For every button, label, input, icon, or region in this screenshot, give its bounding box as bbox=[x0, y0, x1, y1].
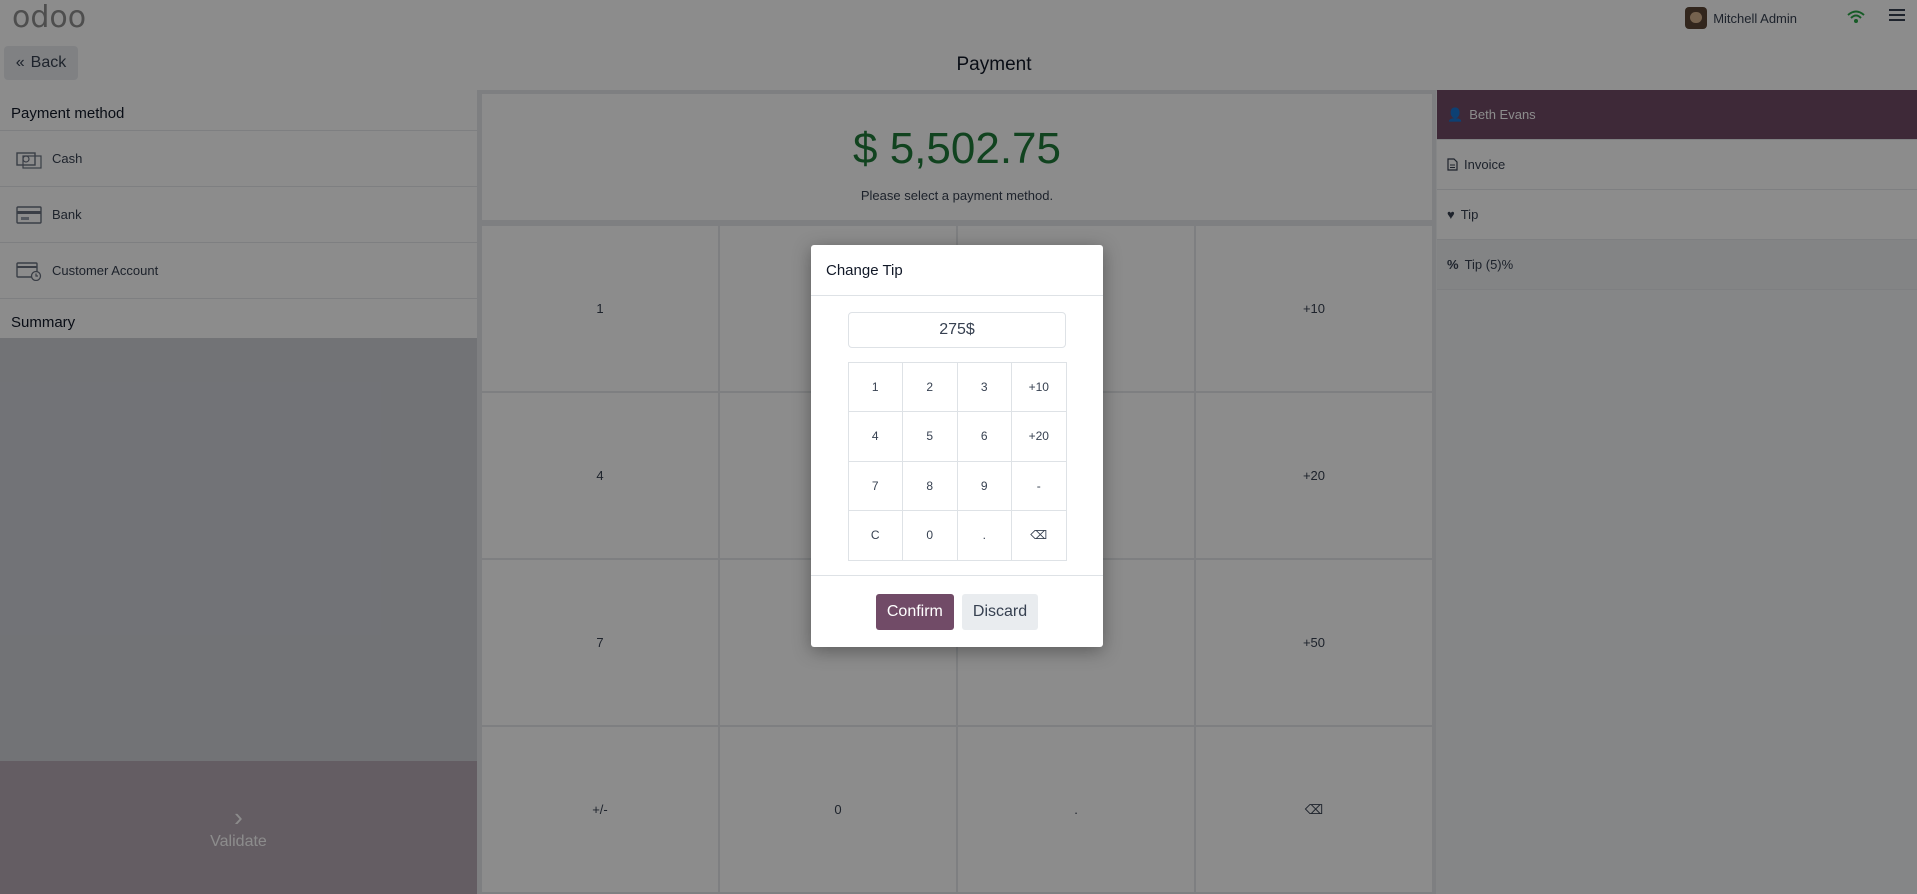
tip-numpad-key[interactable]: 4 bbox=[847, 411, 903, 462]
tip-numpad-key[interactable]: 6 bbox=[956, 411, 1012, 462]
tip-numpad-key[interactable]: . bbox=[956, 510, 1012, 561]
tip-numpad-key[interactable]: 1 bbox=[847, 361, 903, 412]
change-tip-dialog: Change Tip 275$ 1 2 3 +10 4 5 6 +20 7 8 … bbox=[811, 245, 1103, 647]
tip-numpad-key[interactable]: 8 bbox=[902, 460, 958, 511]
dialog-footer: Confirm Discard bbox=[811, 575, 1103, 648]
tip-numpad-key[interactable]: 3 bbox=[956, 361, 1012, 412]
tip-numpad-backspace-key[interactable]: ⌫ bbox=[1011, 510, 1067, 561]
tip-numpad-key[interactable]: 0 bbox=[902, 510, 958, 561]
tip-numpad-key[interactable]: 5 bbox=[902, 411, 958, 462]
confirm-button[interactable]: Confirm bbox=[875, 594, 954, 630]
tip-numpad: 1 2 3 +10 4 5 6 +20 7 8 9 - C 0 . ⌫ bbox=[847, 361, 1067, 561]
discard-button[interactable]: Discard bbox=[961, 594, 1039, 630]
tip-numpad-key[interactable]: 7 bbox=[847, 460, 903, 511]
tip-numpad-key[interactable]: 9 bbox=[956, 460, 1012, 511]
tip-numpad-key[interactable]: +20 bbox=[1011, 411, 1067, 462]
dialog-title: Change Tip bbox=[811, 245, 1103, 296]
tip-numpad-key[interactable]: +10 bbox=[1011, 361, 1067, 412]
tip-numpad-key[interactable]: - bbox=[1011, 460, 1067, 511]
tip-amount-input[interactable]: 275$ bbox=[848, 312, 1066, 348]
tip-numpad-key[interactable]: 2 bbox=[902, 361, 958, 412]
tip-numpad-clear-key[interactable]: C bbox=[847, 510, 903, 561]
